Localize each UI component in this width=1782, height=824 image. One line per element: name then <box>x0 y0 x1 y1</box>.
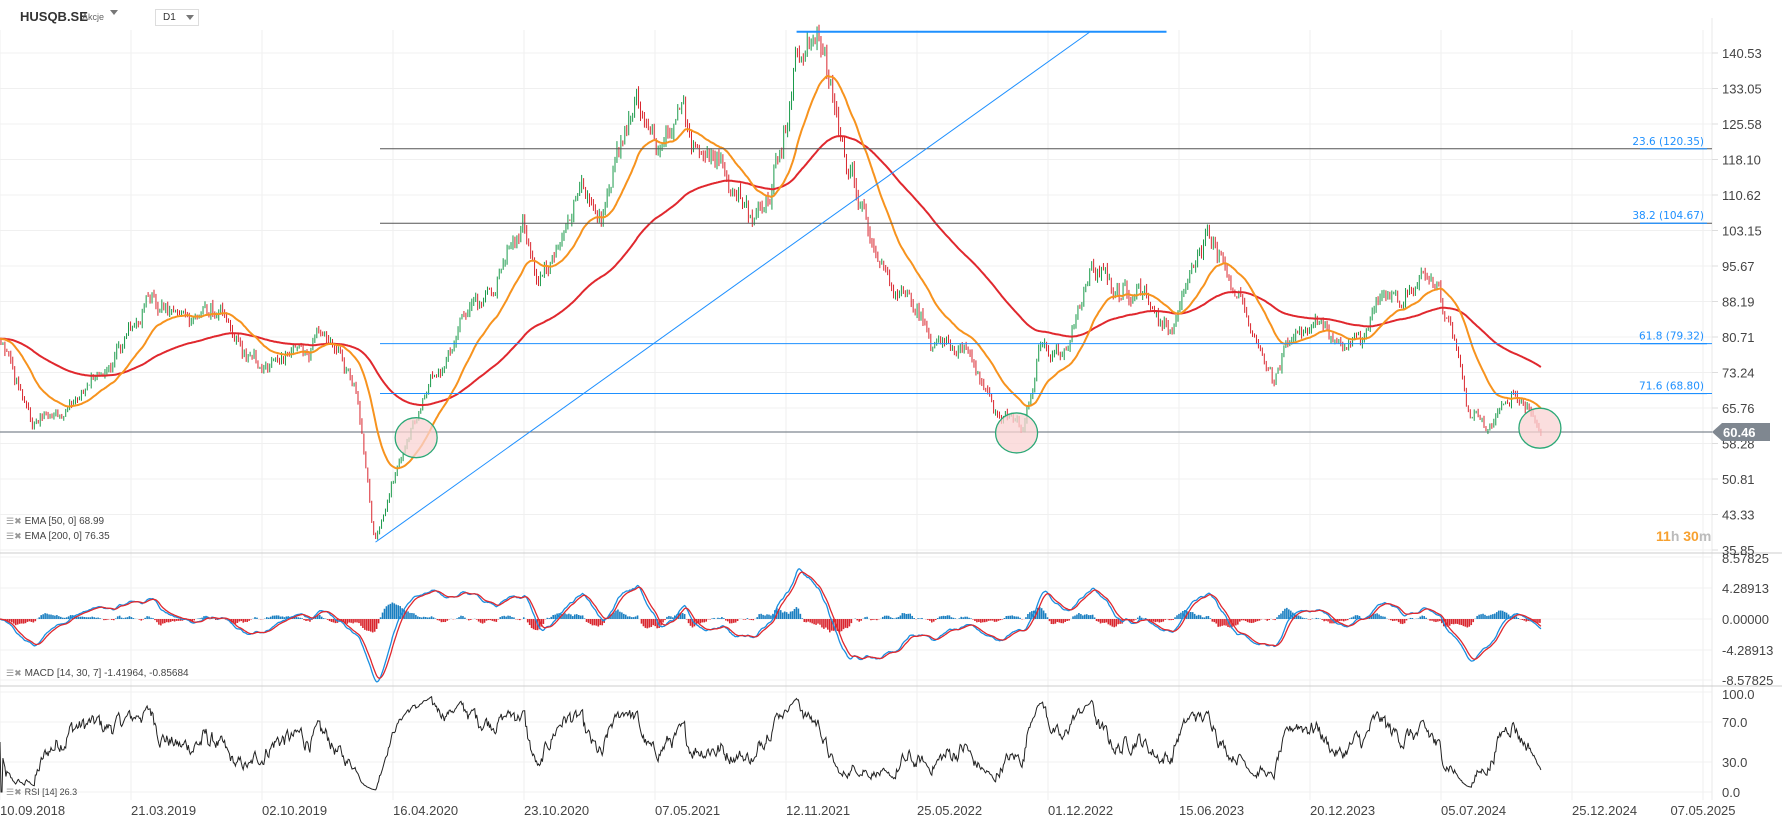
price-tick-label: 88.19 <box>1722 295 1755 310</box>
chart-canvas[interactable]: 23.6 (120.35) 38.2 (104.67) 61.8 (79.32) 71… <box>0 0 1782 824</box>
macd-tick-label: 4.28913 <box>1722 581 1769 596</box>
price-tick-label: 43.33 <box>1722 508 1755 523</box>
date-tick-label: 01.12.2022 <box>1048 803 1113 818</box>
highlight-circle <box>994 412 1039 454</box>
fib-label: 71.6 (68.80) <box>1639 381 1704 393</box>
symbol-label[interactable]: HUSQB.SE <box>20 9 88 24</box>
price-tick-label: 80.71 <box>1722 330 1755 345</box>
trendline <box>375 31 1091 543</box>
price-tick-label: 50.81 <box>1722 472 1755 487</box>
date-tick-label: 25.05.2022 <box>917 803 982 818</box>
date-tick-label: 25.12.2024 <box>1572 803 1637 818</box>
instrument-type: Akcje <box>82 12 105 22</box>
last-price-label: 60.46 <box>1723 425 1756 440</box>
date-tick-label: 15.06.2023 <box>1179 803 1244 818</box>
date-tick-label: 10.09.2018 <box>0 803 65 818</box>
rsi-tick-label: 30.0 <box>1722 755 1747 770</box>
grid <box>0 30 1712 800</box>
rsi-tick-label: 100.0 <box>1722 687 1755 702</box>
date-tick-label: 23.10.2020 <box>524 803 589 818</box>
date-tick-label: 05.07.2024 <box>1441 803 1506 818</box>
ema50-label: EMA [50, 0] 68.99 <box>24 516 105 527</box>
price-tick-label: 140.53 <box>1722 46 1762 61</box>
date-tick-label: 12.11.2021 <box>786 803 850 818</box>
legend-ema200[interactable]: ☰✖ EMA [200, 0] 76.35 <box>6 531 110 542</box>
price-tick-label: 125.58 <box>1722 117 1762 132</box>
ema200-label: EMA [200, 0] 76.35 <box>24 531 110 542</box>
macd-tick-label: -4.28913 <box>1722 643 1773 658</box>
legend-rsi[interactable]: ☰✖ RSI [14] 26.3 <box>6 787 77 798</box>
settings-icon[interactable]: ☰✖ <box>6 787 22 797</box>
price-tick-label: 73.24 <box>1722 366 1755 381</box>
price-tick-label: 133.05 <box>1722 82 1762 97</box>
rsi-tick-label: 70.0 <box>1722 715 1747 730</box>
price-tick-label: 103.15 <box>1722 224 1762 239</box>
timeframe-value: D1 <box>163 12 176 23</box>
chevron-down-icon <box>186 15 194 20</box>
price-tick-label: 118.10 <box>1722 153 1761 168</box>
fib-label: 23.6 (120.35) <box>1632 136 1704 148</box>
rsi-label: RSI [14] 26.3 <box>24 787 78 797</box>
chart-header: HUSQB.SE Akcje D1 <box>0 0 1782 30</box>
date-tick-label: 21.03.2019 <box>131 803 196 818</box>
date-tick-label: 20.12.2023 <box>1310 803 1375 818</box>
price-tick-label: 95.67 <box>1722 259 1755 274</box>
fib-label: 61.8 (79.32) <box>1639 331 1704 343</box>
symbol-dropdown-icon[interactable] <box>110 10 118 15</box>
macd-label: MACD [14, 30, 7] -1.41964, -0.85684 <box>24 668 189 679</box>
macd-tick-label: 8.57825 <box>1722 551 1769 566</box>
settings-icon[interactable]: ☰✖ <box>6 668 22 678</box>
macd-tick-label: 0.00000 <box>1722 612 1769 627</box>
settings-icon[interactable]: ☰✖ <box>6 531 22 541</box>
timeframe-select[interactable]: D1 <box>155 9 199 26</box>
date-tick-label: 02.10.2019 <box>262 803 327 818</box>
price-tick-label: 110.62 <box>1722 188 1761 203</box>
rsi-tick-label: 0.0 <box>1722 785 1740 800</box>
price-tick-label: 65.76 <box>1722 401 1755 416</box>
settings-icon[interactable]: ☰✖ <box>6 516 22 526</box>
fib-label: 38.2 (104.67) <box>1632 210 1704 222</box>
date-tick-label: 16.04.2020 <box>393 803 458 818</box>
legend-macd[interactable]: ☰✖ MACD [14, 30, 7] -1.41964, -0.85684 <box>6 668 189 679</box>
highlight-circle <box>1518 407 1562 449</box>
macd-tick-label: -8.57825 <box>1722 673 1773 688</box>
macd-histogram <box>1 602 1541 633</box>
date-tick-label: 07.05.2021 <box>655 803 720 818</box>
date-tick-label: 07.05.2025 <box>1670 803 1735 818</box>
highlight-circle <box>394 417 438 459</box>
candle-timer: 11h 30m <box>1656 528 1712 544</box>
legend-ema50[interactable]: ☰✖ EMA [50, 0] 68.99 <box>6 516 104 527</box>
